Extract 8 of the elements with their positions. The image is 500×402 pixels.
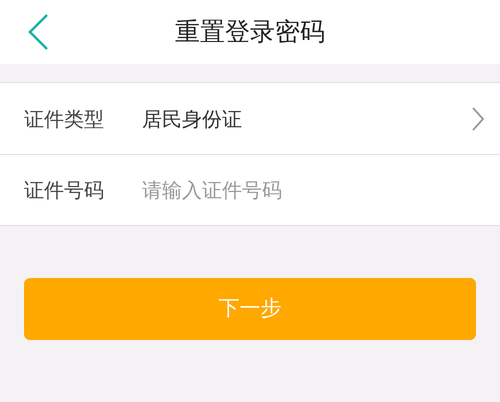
chevron-right-icon xyxy=(472,106,484,130)
id-number-field[interactable]: 请输入证件号码 xyxy=(142,175,484,205)
field-label: 证件类型 xyxy=(24,106,105,132)
id-type-select[interactable]: 居民身份证 xyxy=(142,104,484,134)
back-button[interactable] xyxy=(26,12,50,52)
back-icon xyxy=(27,13,49,51)
field-label: 证件号码 xyxy=(24,177,105,204)
page-title: 重置登录密码 xyxy=(175,16,325,48)
